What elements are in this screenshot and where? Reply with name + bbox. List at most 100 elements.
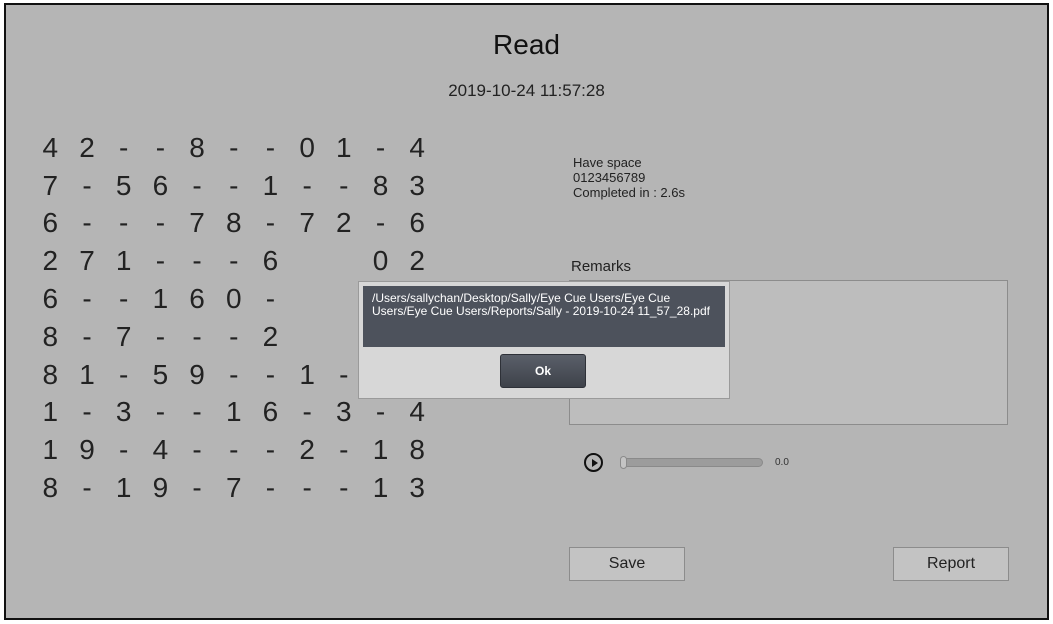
grid-cell: - — [119, 434, 129, 466]
grid-cell: - — [82, 207, 92, 239]
digits-label: 0123456789 — [573, 170, 646, 185]
grid-cell: - — [119, 207, 129, 239]
grid-cell: 1 — [115, 245, 132, 277]
grid-cell: 1 — [42, 396, 59, 428]
grid-cell: - — [375, 131, 386, 163]
grid-cell: - — [192, 396, 202, 428]
grid-cell: - — [192, 472, 202, 504]
grid-cell: - — [155, 245, 166, 277]
grid-cell: - — [265, 131, 276, 163]
grid-cell: 2 — [79, 131, 95, 163]
grid-cell: - — [82, 283, 92, 315]
grid-cell: 8 — [42, 358, 59, 390]
grid-cell: 3 — [409, 472, 425, 504]
grid-cell: 9 — [79, 434, 95, 466]
grid-cell: - — [375, 207, 386, 239]
grid-cell: 6 — [42, 207, 59, 239]
grid-cell: - — [82, 396, 92, 428]
grid-cell: 3 — [409, 169, 425, 201]
grid-cell: 2 — [262, 320, 279, 352]
grid-cell: 1 — [42, 434, 59, 466]
grid-cell: 4 — [152, 434, 169, 466]
grid-cell: - — [339, 169, 349, 201]
audio-player: 0.0 — [584, 453, 789, 472]
grid-cell: 5 — [152, 358, 169, 390]
grid-cell: - — [229, 169, 239, 201]
grid-cell: 7 — [299, 207, 315, 239]
grid-cell: - — [192, 169, 202, 201]
grid-cell: - — [302, 396, 312, 428]
grid-cell: - — [339, 434, 349, 466]
slider-thumb[interactable] — [620, 456, 627, 469]
grid-cell: - — [375, 396, 386, 428]
save-button[interactable]: Save — [569, 547, 685, 581]
grid-cell: - — [155, 207, 166, 239]
save-path-dialog: /Users/sallychan/Desktop/Sally/Eye Cue U… — [358, 281, 730, 399]
grid-cell: 9 — [152, 472, 169, 504]
grid-cell: 1 — [372, 472, 389, 504]
result-panel: Have space 0123456789 Completed in : 2.6… — [573, 155, 685, 200]
grid-cell: - — [265, 434, 276, 466]
completed-time-label: Completed in : 2.6s — [573, 185, 686, 200]
grid-cell: - — [339, 358, 349, 390]
grid-cell: 1 — [225, 396, 242, 428]
grid-cell: 6 — [262, 245, 279, 277]
grid-cell: 8 — [42, 320, 59, 352]
grid-cell: 1 — [152, 283, 169, 315]
grid-row: 7-56--1--83 — [32, 167, 436, 205]
grid-cell: 8 — [409, 434, 425, 466]
grid-cell: - — [229, 358, 239, 390]
grid-cell: 1 — [115, 472, 132, 504]
grid-cell: 2 — [409, 245, 425, 277]
grid-cell: 3 — [115, 396, 132, 428]
grid-cell: - — [82, 169, 92, 201]
grid-cell: 1 — [336, 131, 352, 163]
grid-cell: 5 — [115, 169, 132, 201]
page-title: Read — [493, 29, 560, 60]
app-window: Read 2019-10-24 11:57:28 42--8--01-47-56… — [4, 3, 1049, 620]
grid-cell: - — [302, 472, 312, 504]
remarks-label: Remarks — [571, 258, 632, 275]
grid-cell: 7 — [189, 207, 205, 239]
grid-cell: - — [192, 320, 202, 352]
mode-label: Have space — [573, 155, 642, 170]
ok-button[interactable]: Ok — [500, 354, 586, 388]
grid-cell: 2 — [42, 245, 59, 277]
grid-row: 6---78-72-6 — [32, 205, 436, 243]
grid-cell: 1 — [372, 434, 389, 466]
dialog-message: /Users/sallychan/Desktop/Sally/Eye Cue U… — [363, 286, 725, 347]
grid-cell: - — [265, 472, 276, 504]
grid-cell: - — [82, 472, 92, 504]
grid-cell: 6 — [409, 207, 425, 239]
grid-cell: 7 — [225, 472, 242, 504]
grid-cell: 8 — [189, 131, 205, 163]
playback-slider[interactable] — [620, 456, 763, 469]
grid-cell: 1 — [79, 358, 95, 390]
playback-time: 0.0 — [775, 457, 789, 468]
grid-cell: - — [265, 207, 276, 239]
grid-cell: 6 — [152, 169, 169, 201]
grid-cell: 0 — [372, 245, 389, 277]
grid-row: 271---602 — [32, 242, 436, 280]
grid-cell: 6 — [262, 396, 279, 428]
grid-cell: 1 — [262, 169, 279, 201]
datetime-label: 2019-10-24 11:57:28 — [448, 81, 605, 100]
grid-cell: 8 — [225, 207, 242, 239]
grid-cell: - — [229, 131, 239, 163]
grid-cell: 1 — [299, 358, 315, 390]
grid-cell: - — [229, 434, 239, 466]
grid-cell: - — [155, 320, 166, 352]
report-button[interactable]: Report — [893, 547, 1009, 581]
grid-cell: - — [119, 358, 129, 390]
play-icon[interactable] — [584, 453, 603, 472]
grid-cell: 9 — [189, 358, 205, 390]
grid-row: 1-3--16-3-4 — [32, 394, 436, 432]
grid-cell: 0 — [299, 131, 315, 163]
grid-cell: 6 — [42, 283, 59, 315]
grid-cell: - — [229, 320, 239, 352]
grid-cell: 0 — [225, 283, 242, 315]
grid-cell: - — [155, 131, 166, 163]
grid-cell: - — [119, 131, 129, 163]
grid-cell: 7 — [79, 245, 95, 277]
grid-cell: - — [229, 245, 239, 277]
